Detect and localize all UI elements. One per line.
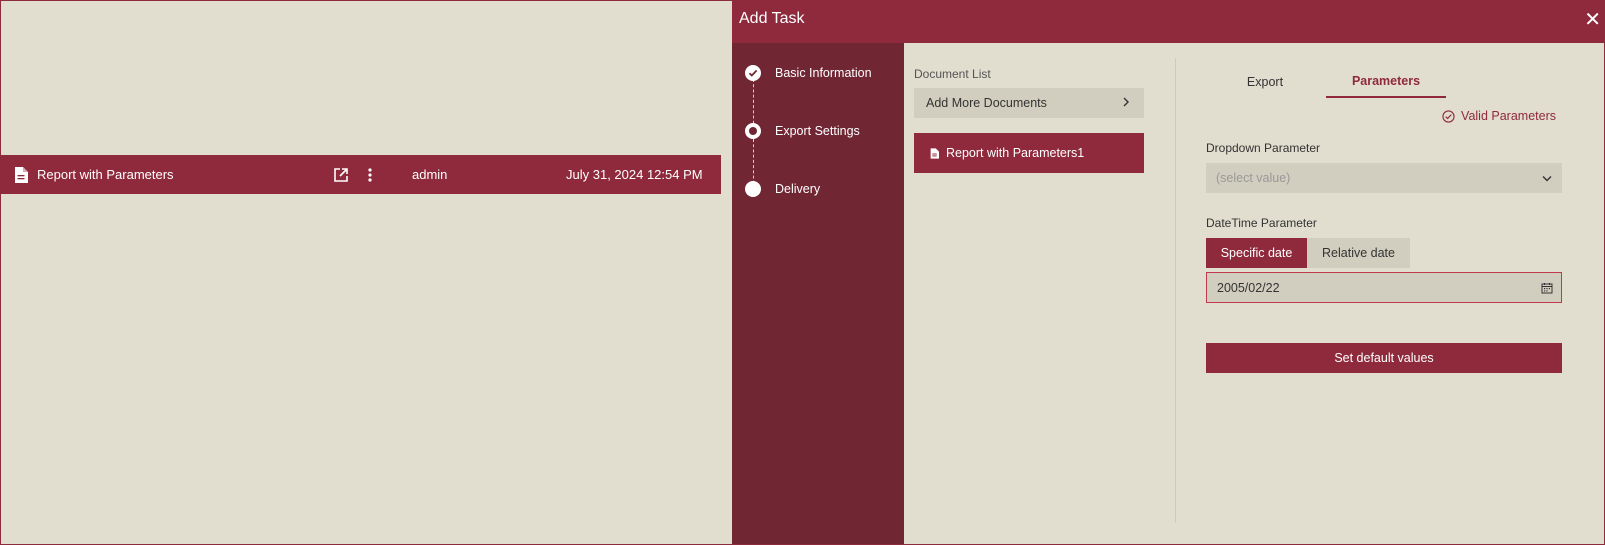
dialog-title: Add Task xyxy=(739,10,805,27)
step-label: Delivery xyxy=(775,182,821,196)
valid-parameters-status: Valid Parameters xyxy=(1442,109,1556,123)
report-list-row[interactable]: Report with Parameters admin July 31, 20… xyxy=(1,155,721,194)
add-more-label: Add More Documents xyxy=(926,96,1047,110)
chevron-down-icon xyxy=(1542,171,1552,185)
check-circle-icon xyxy=(1442,109,1455,123)
pending-step-icon xyxy=(745,181,761,197)
check-icon xyxy=(745,65,761,81)
valid-parameters-label: Valid Parameters xyxy=(1461,109,1556,123)
step-delivery[interactable]: Delivery xyxy=(745,180,820,198)
dropdown-parameter-select[interactable]: (select value) xyxy=(1206,163,1562,193)
add-task-dialog: Add Task ✕ Basic Information Export Sett… xyxy=(732,0,1605,545)
wizard-stepper: Basic Information Export Settings Delive… xyxy=(732,43,904,545)
report-name[interactable]: Report with Parameters xyxy=(37,155,174,194)
calendar-icon[interactable] xyxy=(1541,282,1553,294)
dialog-header: Add Task ✕ xyxy=(732,0,1605,43)
datetime-parameter-label: DateTime Parameter xyxy=(1206,216,1317,230)
chevron-right-icon xyxy=(1122,96,1130,110)
document-icon xyxy=(14,155,28,194)
specific-date-button[interactable]: Specific date xyxy=(1206,238,1307,268)
date-mode-toggle: Specific date Relative date xyxy=(1206,238,1410,268)
dropdown-parameter-label: Dropdown Parameter xyxy=(1206,141,1321,155)
step-basic-information[interactable]: Basic Information xyxy=(745,64,872,82)
document-item[interactable]: Report with Parameters1 xyxy=(914,133,1144,173)
document-icon xyxy=(930,147,939,159)
close-icon[interactable]: ✕ xyxy=(1584,10,1601,30)
add-more-documents-button[interactable]: Add More Documents xyxy=(914,88,1144,118)
report-date: July 31, 2024 12:54 PM xyxy=(566,167,703,182)
document-list-label: Document List xyxy=(914,67,991,81)
step-label: Export Settings xyxy=(775,124,860,138)
document-item-label: Report with Parameters1 xyxy=(946,146,1085,160)
open-external-icon[interactable] xyxy=(333,155,349,194)
current-step-icon xyxy=(745,123,761,139)
tab-parameters[interactable]: Parameters xyxy=(1326,65,1446,98)
relative-date-button[interactable]: Relative date xyxy=(1307,238,1410,268)
step-export-settings[interactable]: Export Settings xyxy=(745,122,860,140)
step-label: Basic Information xyxy=(775,66,872,80)
report-owner: admin xyxy=(412,167,448,182)
set-default-values-button[interactable]: Set default values xyxy=(1206,343,1562,373)
select-placeholder: (select value) xyxy=(1216,171,1291,185)
more-vert-icon[interactable] xyxy=(368,155,372,194)
tab-export[interactable]: Export xyxy=(1206,65,1324,98)
datetime-input[interactable]: 2005/02/22 xyxy=(1206,272,1562,303)
panel-divider xyxy=(1175,58,1176,523)
datetime-value: 2005/02/22 xyxy=(1217,280,1280,295)
